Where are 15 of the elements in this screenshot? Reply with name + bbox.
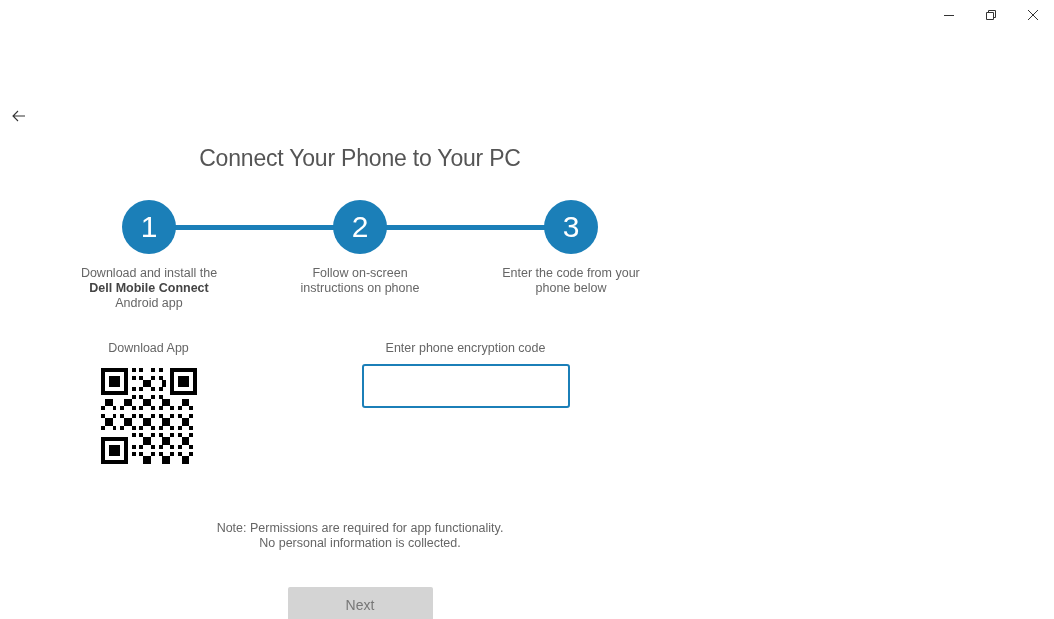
- step-description: Download and install the Dell Mobile Connect Android app: [80, 266, 218, 311]
- step-description: Enter the code from your phone below: [502, 266, 640, 296]
- code-label: Enter phone encryption code: [385, 341, 546, 355]
- minimize-icon: [944, 14, 954, 16]
- download-label: Download App: [108, 341, 189, 355]
- step-description: Follow on-screen instructions on phone: [300, 266, 420, 296]
- step-number: 2: [333, 200, 387, 254]
- back-button[interactable]: [11, 108, 27, 124]
- restore-icon: [986, 10, 996, 20]
- code-input-field[interactable]: [361, 364, 570, 408]
- permissions-note: Note: Permissions are required for app functionality. No personal information is collected.: [216, 521, 504, 551]
- close-icon: [1028, 10, 1038, 20]
- step-number: 3: [544, 200, 598, 254]
- step-number: 1: [122, 200, 176, 254]
- page-title: Connect Your Phone to Your PC: [199, 145, 521, 172]
